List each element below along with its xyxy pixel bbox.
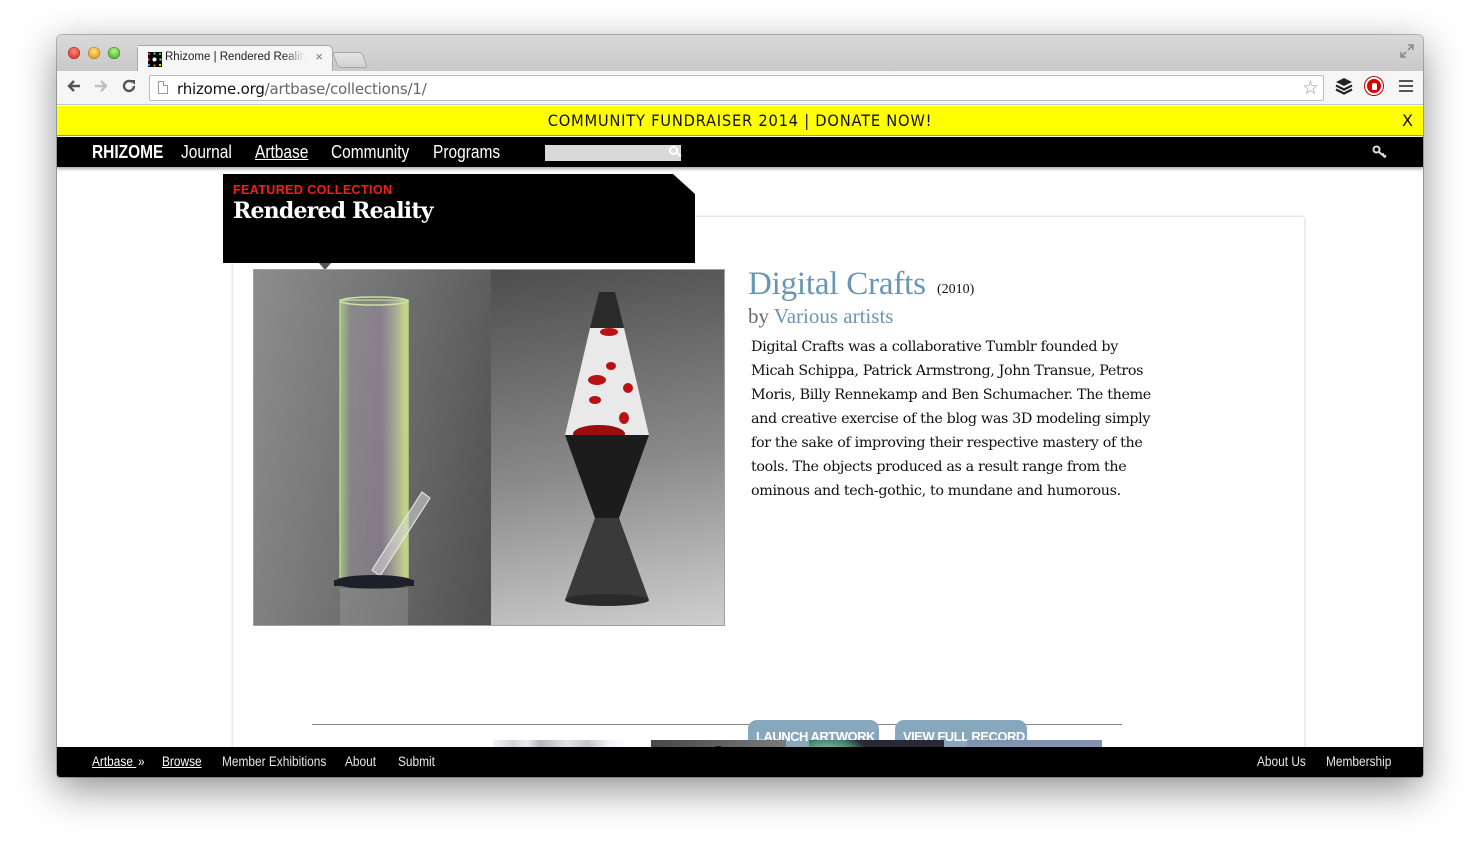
arrow-right-icon <box>95 80 108 92</box>
banner-close-button[interactable]: X <box>1402 111 1413 130</box>
forward-button[interactable] <box>93 78 109 98</box>
subnav-artbase-label: Artbase <box>92 754 133 769</box>
key-icon[interactable] <box>1372 145 1388 159</box>
bookmark-star-icon[interactable]: ☆ <box>1302 77 1319 100</box>
byline-prefix: by <box>748 304 769 328</box>
web-page: COMMUNITY FUNDRAISER 2014 | DONATE NOW! … <box>57 106 1423 777</box>
new-tab-button[interactable] <box>332 52 368 68</box>
subnav-membership[interactable]: Membership <box>1326 754 1391 769</box>
subnav-about[interactable]: About <box>345 754 376 769</box>
zoom-window-button[interactable] <box>108 47 120 59</box>
browser-tab-active[interactable]: Rhizome | Rendered Reality × <box>137 45 333 71</box>
search-icon[interactable] <box>669 146 678 155</box>
fundraiser-banner[interactable]: COMMUNITY FUNDRAISER 2014 | DONATE NOW! … <box>57 106 1423 136</box>
nav-item-artbase[interactable]: Artbase <box>255 142 308 163</box>
close-window-button[interactable] <box>68 47 80 59</box>
reload-button[interactable] <box>121 78 137 97</box>
site-search-input[interactable] <box>545 147 660 163</box>
artbase-subnav: Artbase » Browse Member Exhibitions Abou… <box>57 747 1423 777</box>
artwork-title-link[interactable]: Digital Crafts <box>748 266 926 303</box>
subnav-artbase[interactable]: Artbase » <box>92 754 145 769</box>
subnav-about-us[interactable]: About Us <box>1257 754 1306 769</box>
collection-title[interactable]: Rendered Reality <box>233 198 433 224</box>
featured-collection-tag[interactable]: FEATURED COLLECTION Rendered Reality <box>223 174 695 263</box>
nav-item-community[interactable]: Community <box>331 142 409 163</box>
site-navigation: RHIZOME Journal Artbase Community Progra… <box>57 137 1423 167</box>
rhizome-logo[interactable]: RHIZOME <box>92 142 163 163</box>
artwork-description: Digital Crafts was a collaborative Tumbl… <box>751 339 1151 499</box>
subnav-member-exhibitions[interactable]: Member Exhibitions <box>222 754 326 769</box>
artwork-byline: by Various artists <box>748 304 893 329</box>
artwork-image[interactable] <box>253 269 725 626</box>
featured-collection-label: FEATURED COLLECTION <box>233 183 393 197</box>
url-host: rhizome.org <box>177 80 265 98</box>
rhizome-favicon-icon <box>147 52 162 67</box>
buffer-extension-icon[interactable] <box>1335 77 1353 95</box>
browser-window: Rhizome | Rendered Reality × rhizome.org… <box>57 35 1423 777</box>
tab-title: Rhizome | Rendered Reality <box>165 51 305 63</box>
browser-toolbar: rhizome.org/artbase/collections/1/ ☆ <box>57 71 1423 105</box>
fullscreen-icon[interactable] <box>1400 44 1414 58</box>
minimize-window-button[interactable] <box>88 47 100 59</box>
tab-strip: Rhizome | Rendered Reality × <box>57 35 1423 71</box>
tab-close-icon[interactable]: × <box>315 49 323 64</box>
subnav-browse[interactable]: Browse <box>162 754 202 769</box>
artist-link[interactable]: Various artists <box>774 304 894 328</box>
nav-item-journal[interactable]: Journal <box>181 142 232 163</box>
url-path: /artbase/collections/1/ <box>264 80 427 98</box>
back-button[interactable] <box>66 78 82 98</box>
chevron-right-icon: » <box>138 754 145 769</box>
page-icon <box>158 81 168 94</box>
subnav-submit[interactable]: Submit <box>398 754 435 769</box>
reload-icon <box>122 79 136 93</box>
fundraiser-banner-text[interactable]: COMMUNITY FUNDRAISER 2014 | DONATE NOW! <box>112 111 1369 130</box>
artwork-render-lava-lamp <box>491 270 724 625</box>
site-search <box>545 145 681 163</box>
artwork-year: (2010) <box>937 282 975 297</box>
artwork-render-tube <box>254 270 491 625</box>
arrow-left-icon <box>67 80 80 92</box>
adblock-extension-icon[interactable] <box>1365 77 1383 95</box>
address-bar[interactable]: rhizome.org/artbase/collections/1/ ☆ <box>149 75 1324 101</box>
nav-item-programs[interactable]: Programs <box>433 142 500 163</box>
chrome-menu-icon[interactable] <box>1399 80 1413 95</box>
url-text[interactable]: rhizome.org/artbase/collections/1/ <box>177 80 427 98</box>
